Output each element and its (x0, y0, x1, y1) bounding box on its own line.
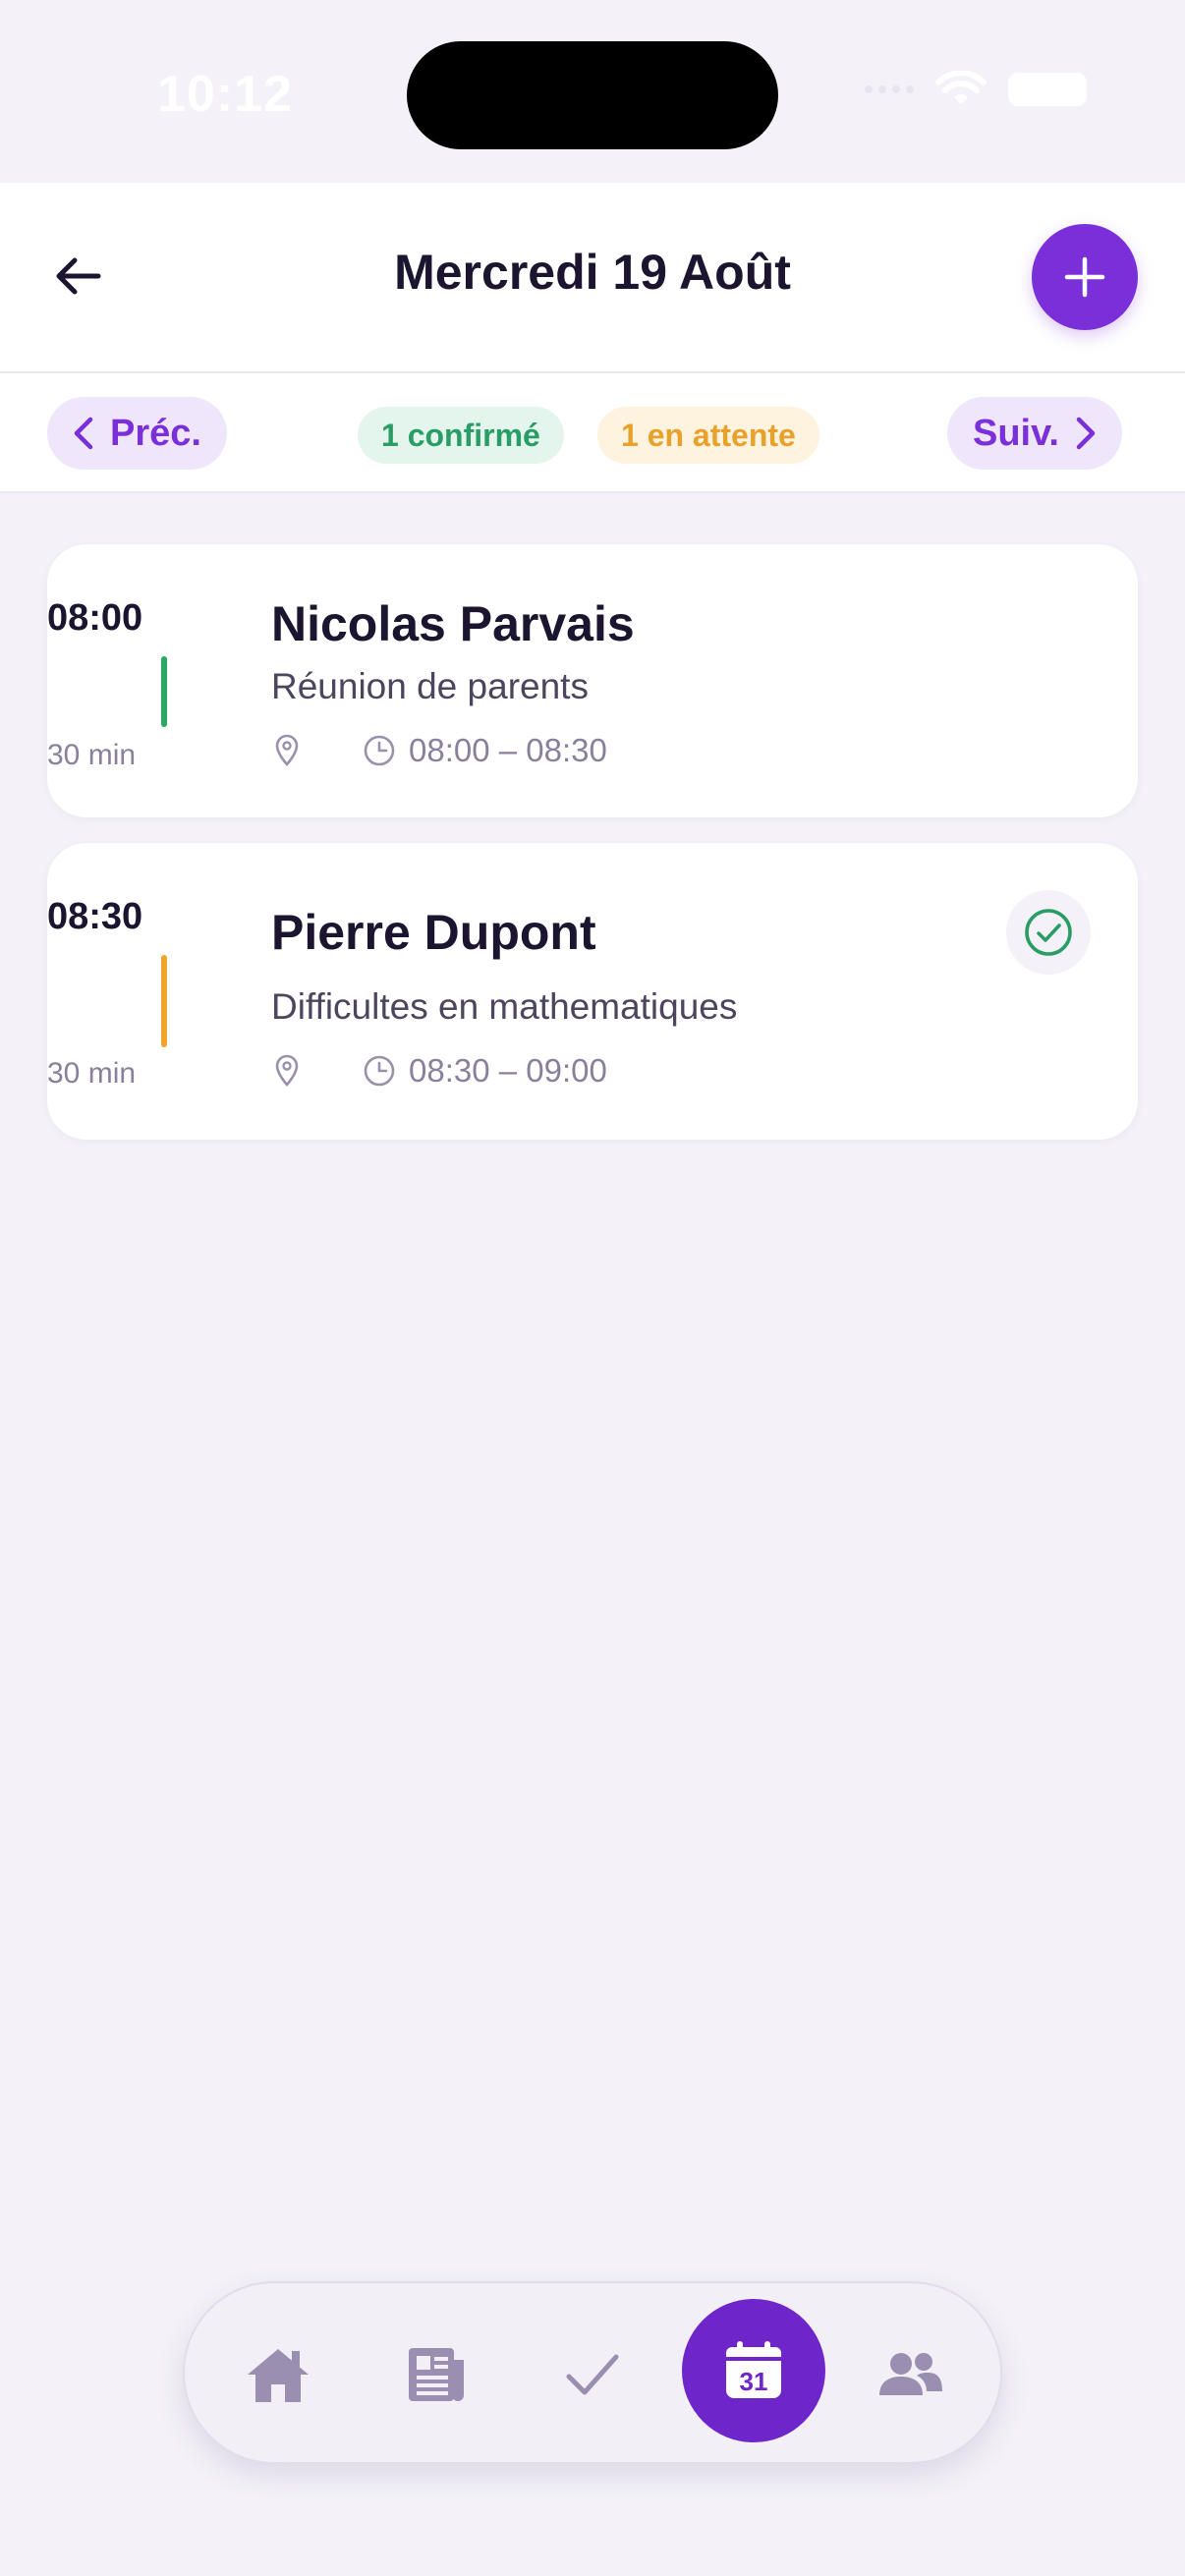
appointment-time-range: 08:00 – 08:30 (409, 732, 607, 768)
cellular-signal-icon (865, 85, 914, 93)
appointment-subject: Réunion de parents (271, 666, 589, 706)
status-bar: 10:12 (0, 0, 1185, 183)
chevron-right-icon (1076, 417, 1096, 450)
appointment-meta: 08:00 – 08:30 (271, 731, 607, 770)
previous-day-label: Préc. (110, 412, 201, 454)
clock-icon (362, 733, 397, 768)
tab-home[interactable] (210, 2307, 346, 2442)
calendar-day-number: 31 (740, 2367, 768, 2396)
confirmed-count-badge: 1 confirmé (358, 407, 564, 464)
day-navigation: Préc. 1 confirmé 1 en attente Suiv. (0, 373, 1185, 493)
appointment-duration: 30 min (47, 1057, 137, 1090)
wifi-icon (935, 71, 987, 104)
appointment-start-time: 08:00 (47, 597, 143, 639)
status-indicator-line (161, 656, 167, 727)
appointment-subject: Difficultes en mathematiques (271, 986, 738, 1027)
header: Mercredi 19 Août (0, 183, 1185, 373)
check-circle-icon (1025, 909, 1072, 956)
dynamic-island (407, 41, 778, 149)
newspaper-icon (409, 2348, 464, 2401)
appointment-name: Nicolas Parvais (271, 596, 635, 651)
plus-icon (1064, 256, 1105, 298)
status-icons (865, 71, 1087, 108)
people-icon (879, 2353, 942, 2395)
appointment-start-time: 08:30 (47, 896, 143, 937)
tab-news[interactable] (369, 2307, 505, 2442)
pending-count-badge: 1 en attente (597, 407, 819, 464)
location-pin-icon (271, 1051, 303, 1091)
previous-day-button[interactable]: Préc. (47, 397, 227, 470)
appointment-duration: 30 min (47, 739, 137, 771)
next-day-button[interactable]: Suiv. (947, 397, 1122, 470)
status-indicator-line (161, 955, 167, 1047)
appointment-card[interactable]: 08:30 30 min Pierre Dupont Difficultes e… (47, 843, 1138, 1140)
appointment-time-range: 08:30 – 09:00 (409, 1052, 607, 1089)
tab-tasks[interactable] (525, 2307, 660, 2442)
next-day-label: Suiv. (973, 412, 1059, 454)
check-icon (566, 2354, 619, 2395)
battery-icon (1008, 73, 1087, 106)
page-title: Mercredi 19 Août (394, 245, 791, 300)
clock-icon (362, 1053, 397, 1089)
appointment-card[interactable]: 08:00 30 min Nicolas Parvais Réunion de … (47, 544, 1138, 817)
home-icon (248, 2349, 309, 2402)
location-pin-icon (271, 731, 303, 770)
bottom-tab-bar: 31 (183, 2281, 1002, 2464)
appointment-meta: 08:30 – 09:00 (271, 1051, 607, 1091)
add-appointment-button[interactable] (1032, 224, 1138, 330)
chevron-left-icon (74, 417, 93, 450)
confirm-appointment-button[interactable] (1006, 890, 1091, 975)
appointment-name: Pierre Dupont (271, 905, 596, 960)
tab-calendar[interactable]: 31 (682, 2299, 825, 2442)
calendar-icon: 31 (726, 2341, 781, 2398)
tab-people[interactable] (843, 2307, 979, 2442)
status-time: 10:12 (157, 66, 293, 123)
